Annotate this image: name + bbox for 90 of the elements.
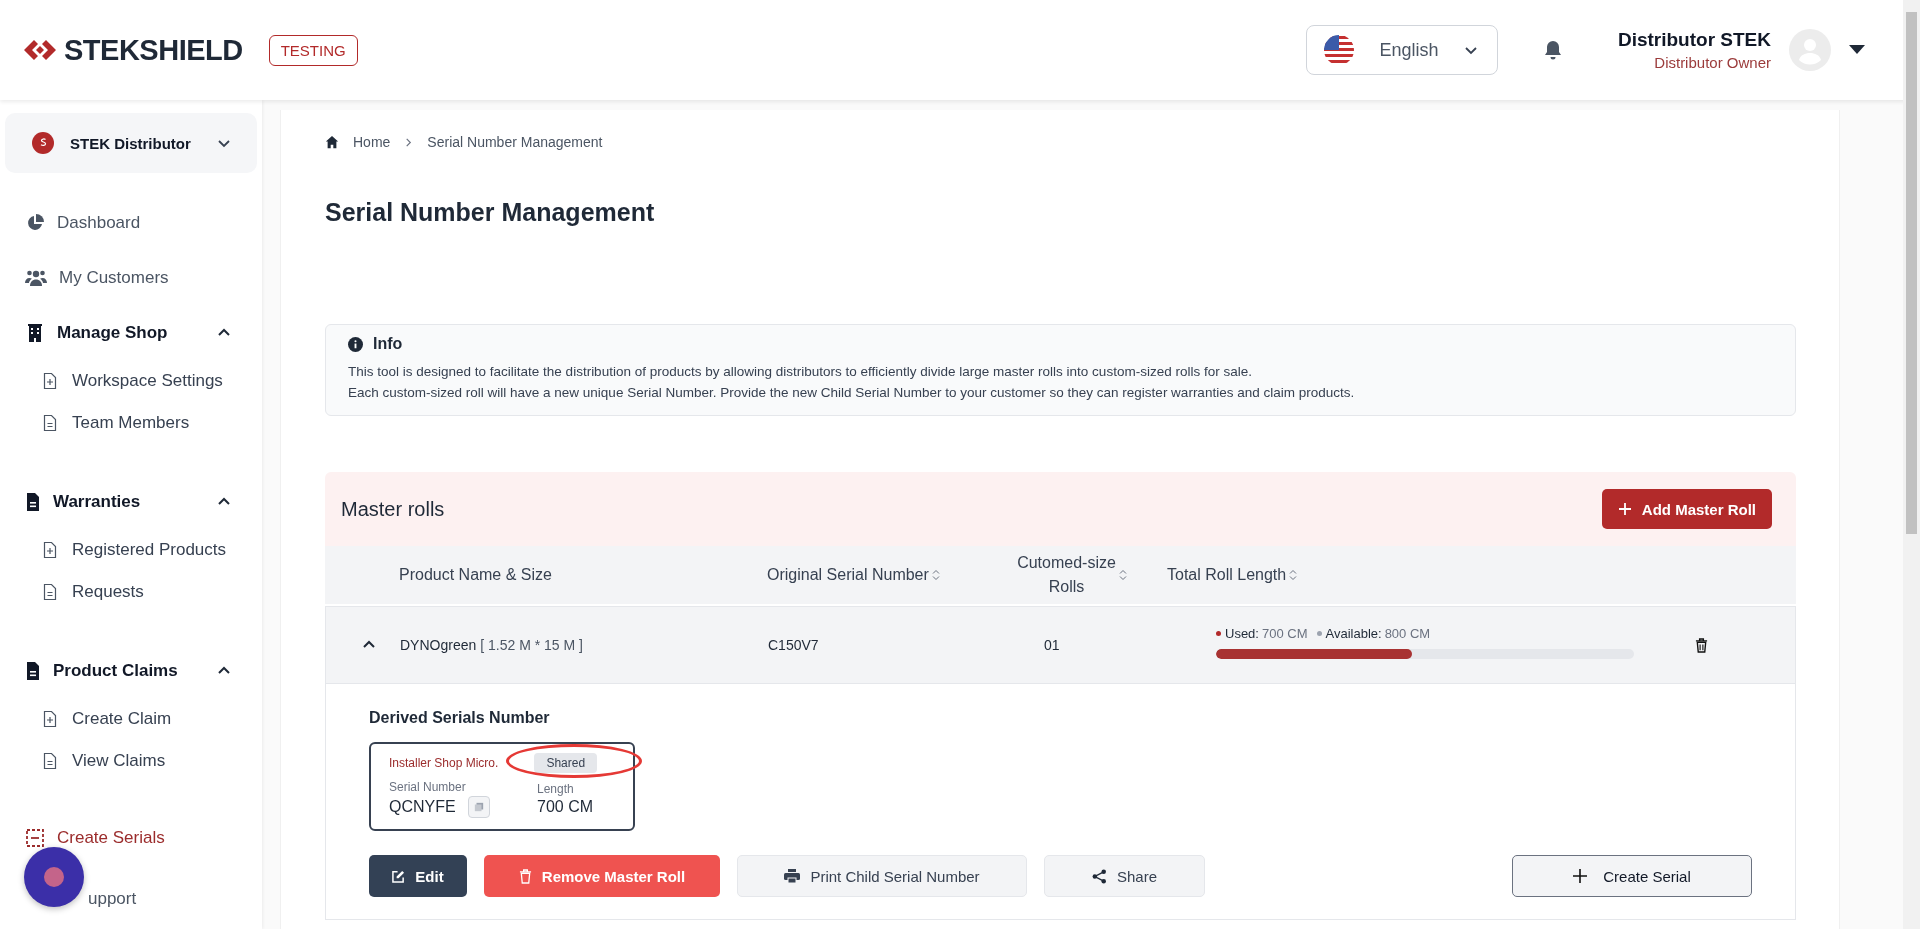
scan-icon [25,827,45,848]
organization-select[interactable]: STEK Distributor [5,113,257,173]
column-header[interactable]: Cutomed-size Rolls [1017,551,1116,599]
nav-subitem[interactable]: View Claims [0,740,262,782]
legend-label: Available: [1325,625,1382,641]
user-role: Distributor Owner [1654,54,1771,71]
document-plus-icon [42,372,58,390]
nav-subitem[interactable]: Requests [0,571,262,613]
plus-icon [1573,869,1588,883]
plus-icon [1617,502,1632,516]
document-icon [25,491,41,512]
flag-icon [1322,34,1355,66]
chat-button[interactable] [24,847,84,907]
copy-icon [473,802,484,812]
table-cell: 01 [1044,637,1060,653]
breadcrumb-link[interactable]: Home [353,134,391,150]
add-master-roll-button[interactable]: Add Master Roll [1601,489,1772,529]
nav-section-header[interactable]: Warranties [0,474,262,529]
nav-link[interactable]: Create Serials [0,810,262,865]
edit-icon [392,869,406,883]
chevron-right-icon [404,137,414,147]
info-text: Each custom-sized roll will have a new unique Serial Number. Provide the new Child Serial Number to your customer so they can register warranties and claim products. [348,384,1356,402]
breadcrumb-current: Serial Number Management [427,134,603,150]
details-title: Derived Serials Number [369,709,551,727]
table-cell: C150V7 [768,637,819,653]
product-size: [ 1.52 M * 15 M ] [480,637,583,653]
document-icon [42,583,58,601]
legend-value: 800 CM [1384,625,1431,641]
legend-label: Used: [1225,625,1259,641]
column-header: Product Name & Size [399,566,552,584]
share-icon [1092,868,1107,884]
printer-icon [784,869,801,883]
nav-section-header[interactable]: Manage Shop [0,305,262,360]
trash-icon [518,868,532,884]
owner-name: Installer Shop Micro. [389,756,499,770]
nav-subitem[interactable]: Workspace Settings [0,360,262,402]
environment-badge: TESTING [268,34,358,66]
column-header[interactable]: Original Serial Number [767,566,929,584]
create-serial-button[interactable]: Create Serial [1512,855,1752,897]
table-row[interactable]: DYNOgreen [ 1.52 M * 15 M ] C150V7 01 Used: 700 CM Available: 800 CM [325,606,1796,684]
document-plus-icon [42,710,58,728]
language-select[interactable]: English [1305,25,1498,75]
status-badge: Shared [534,753,598,773]
nav-link[interactable]: upport [0,871,262,926]
serial-value: QCNYFE [389,798,456,816]
field-label: Length [537,782,575,796]
document-plus-icon [42,541,58,559]
field-label: Serial Number [389,780,467,794]
nav-link[interactable]: My Customers [0,250,262,305]
product-name: DYNOgreen [400,637,477,653]
delete-button[interactable] [1695,637,1708,653]
notifications-button[interactable] [1542,39,1563,61]
nav-link[interactable]: Dashboard [0,195,262,250]
user-name: Distributor STEK [1617,29,1771,51]
home-icon [325,135,339,149]
logo-icon [22,38,58,62]
document-icon [25,660,41,681]
status-dot-icon [1316,630,1322,636]
scrollbar[interactable] [1903,0,1920,929]
legend-value: 700 CM [1261,625,1308,641]
status-dot-icon [1216,630,1221,636]
trash-icon [1695,637,1708,653]
bell-icon [1542,39,1563,61]
logo-text: STEKSHIELD [64,33,243,67]
caret-down-icon [1849,45,1865,55]
document-icon [42,752,58,770]
info-title: Info [373,335,403,353]
scrollbar-thumb[interactable] [1906,12,1917,534]
user-menu-button[interactable] [1849,45,1865,55]
sort-icon [1119,569,1127,581]
organization-avatar-icon [32,132,54,154]
share-button[interactable]: Share [1044,855,1205,897]
column-header[interactable]: Total Roll Length [1167,566,1287,584]
nav-subitem[interactable]: Team Members [0,402,262,444]
nav-section-header[interactable]: Product Claims [0,643,262,698]
page-title: Serial Number Management [325,198,656,227]
dot-icon [44,867,64,887]
print-button[interactable]: Print Child Serial Number [737,855,1027,897]
info-text: This tool is designed to facilitate the distribution of products by allowing distributors to efficiently divide large master rolls into custom-sized rolls for sale. [348,363,1253,381]
nav-subitem[interactable]: Create Claim [0,698,262,740]
nav-subitem[interactable]: Registered Products [0,529,262,571]
section-title: Master rolls [341,497,445,521]
info-icon [348,336,363,352]
length-value: 700 CM [537,798,594,816]
building-icon [25,322,45,343]
sort-icon [931,569,940,581]
edit-button[interactable]: Edit [369,855,467,897]
pie-chart-icon [25,212,45,233]
document-icon [42,414,58,432]
sort-icon [1289,569,1298,581]
